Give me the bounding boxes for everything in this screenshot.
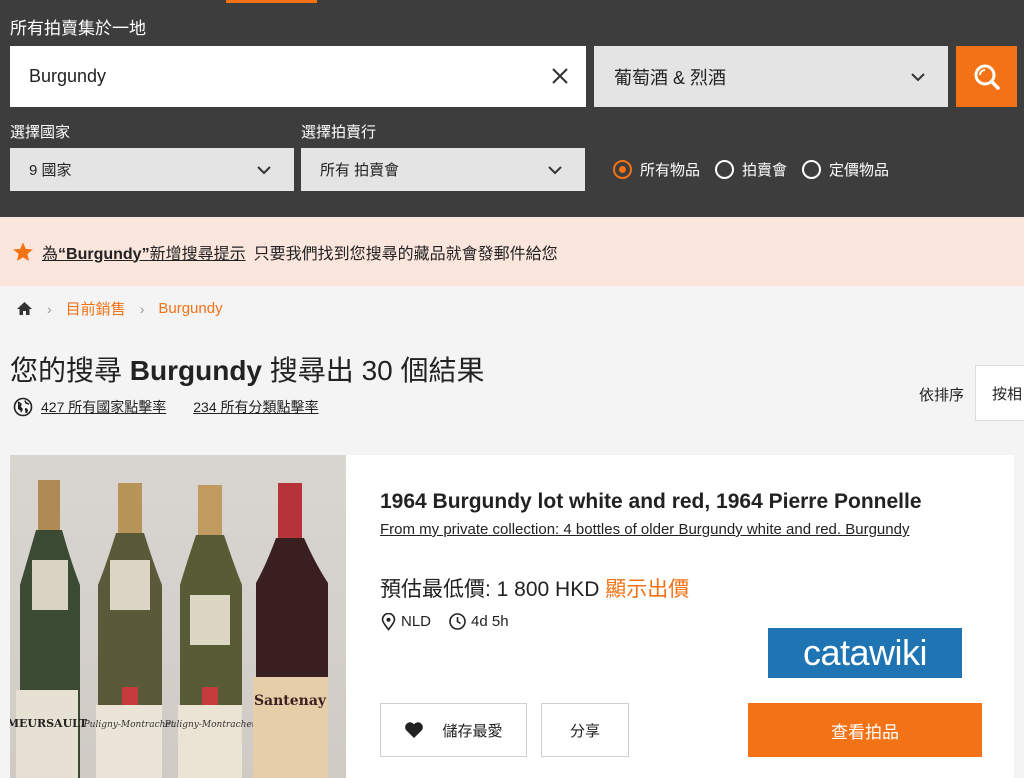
bottle-label: MEURSAULT — [10, 717, 88, 730]
chevron-right-icon: › — [139, 300, 145, 317]
time-left-value: 4d 5h — [471, 613, 509, 630]
view-lot-button[interactable]: 查看拍品 — [748, 703, 982, 757]
lot-title[interactable]: 1964 Burgundy lot white and red, 1964 Pi… — [380, 490, 980, 514]
save-favorite-button[interactable]: 儲存最愛 — [380, 703, 527, 757]
panel-title: 所有拍賣集於一地 — [10, 19, 146, 38]
location-pin-icon — [381, 612, 396, 631]
radio-all-items[interactable]: 所有物品 — [613, 159, 700, 180]
chevron-down-icon — [257, 165, 271, 174]
lot-card: MEURSAULT Puligny-Montrachet Puligny-Mon… — [10, 455, 1014, 778]
results-title: 您的搜尋 Burgundy 搜尋出 30 個結果 — [10, 349, 485, 389]
lot-price: 預估最低價: 1 800 HKD 顯示出價 — [380, 573, 689, 603]
lot-country: NLD — [401, 613, 432, 630]
alert-term: “Burgundy” — [58, 245, 150, 263]
radio-fixed-price[interactable]: 定價物品 — [802, 159, 889, 180]
search-alert-bar: 為“Burgundy”新增搜尋提示 只要我們找到您搜尋的藏品就會發郵件給您 — [0, 217, 1024, 286]
category-hits-link[interactable]: 234 所有分類點擊率 — [193, 397, 318, 417]
lot-description[interactable]: From my private collection: 4 bottles of… — [380, 521, 980, 538]
result-stats: 427 所有國家點擊率 234 所有分類點擊率 — [13, 397, 319, 417]
bottle-label: Santenay — [254, 693, 327, 709]
breadcrumb-search-term[interactable]: Burgundy — [158, 300, 222, 317]
search-input[interactable]: Burgundy — [10, 46, 586, 107]
star-icon — [13, 241, 33, 261]
results-prefix: 您的搜尋 — [10, 355, 123, 386]
sort-select-value: 按相 — [992, 385, 1023, 403]
search-panel: 所有拍賣集於一地 Burgundy 葡萄酒 & 烈酒 選擇國家 9 國家 選擇拍… — [0, 0, 1024, 217]
lot-meta: NLD 4d 5h — [380, 612, 526, 631]
clock-icon — [449, 613, 466, 630]
sort-label: 依排序 — [919, 387, 965, 404]
share-button[interactable]: 分享 — [541, 703, 629, 757]
chevron-down-icon — [548, 165, 562, 174]
bottle-label: Puligny-Montrachet — [83, 720, 175, 730]
lot-image[interactable]: MEURSAULT Puligny-Montrachet Puligny-Mon… — [10, 455, 346, 778]
wine-bottles-image: MEURSAULT Puligny-Montrachet Puligny-Mon… — [10, 480, 328, 778]
heart-icon — [405, 722, 424, 738]
catawiki-logo: catawiki — [768, 628, 962, 678]
share-label: 分享 — [569, 722, 600, 740]
close-icon[interactable] — [548, 64, 572, 88]
radio-auctions[interactable]: 拍賣會 — [715, 159, 787, 180]
category-select[interactable]: 葡萄酒 & 烈酒 — [594, 46, 948, 107]
view-lot-label: 查看拍品 — [831, 722, 899, 742]
alert-prefix: 為 — [42, 245, 59, 263]
radio-label: 定價物品 — [829, 162, 890, 179]
auction-house-select[interactable]: 所有 拍賣會 — [301, 148, 585, 191]
sort-select[interactable]: 按相 — [975, 365, 1024, 421]
breadcrumb-current-sales[interactable]: 目前銷售 — [66, 298, 126, 319]
results-term: Burgundy — [129, 355, 263, 386]
radio-selected-icon — [613, 160, 632, 179]
alert-link-suffix: 新增搜尋提示 — [149, 245, 246, 263]
auction-house-select-value: 所有 拍賣會 — [320, 162, 400, 179]
globe-icon — [13, 397, 33, 417]
active-nav-indicator — [226, 0, 317, 3]
radio-unselected-icon — [802, 160, 822, 179]
search-input-value: Burgundy — [29, 66, 107, 86]
results-count: 搜尋出 30 個結果 — [269, 355, 485, 386]
chevron-right-icon: › — [47, 300, 52, 317]
price-label: 預估最低價: 1 800 HKD — [380, 578, 600, 601]
add-search-alert-link[interactable]: 為“Burgundy”新增搜尋提示 — [42, 240, 246, 264]
search-button[interactable] — [956, 46, 1017, 107]
save-favorite-label: 儲存最愛 — [442, 722, 503, 740]
breadcrumb: › 目前銷售 › Burgundy — [16, 298, 223, 319]
radio-label: 拍賣會 — [742, 162, 788, 179]
item-type-radio-group: 所有物品 拍賣會 定價物品 — [613, 159, 904, 180]
lot-location: NLD — [380, 612, 432, 631]
radio-label: 所有物品 — [640, 162, 701, 179]
home-icon[interactable] — [16, 301, 33, 316]
country-hits-link[interactable]: 427 所有國家點擊率 — [41, 397, 166, 417]
country-select[interactable]: 9 國家 — [10, 148, 294, 191]
alert-message: 只要我們找到您搜尋的藏品就會發郵件給您 — [253, 245, 558, 263]
country-select-value: 9 國家 — [29, 162, 72, 179]
bottle-label: Puligny-Montrachet — [164, 720, 256, 730]
show-bids-link[interactable]: 顯示出價 — [605, 578, 689, 601]
chevron-down-icon — [911, 72, 925, 81]
lot-time-left: 4d 5h — [448, 612, 509, 631]
category-select-value: 葡萄酒 & 烈酒 — [614, 67, 727, 88]
auction-house-name: catawiki — [802, 632, 928, 673]
auction-house-label: 選擇拍賣行 — [301, 124, 377, 141]
radio-unselected-icon — [715, 160, 735, 179]
country-label: 選擇國家 — [10, 124, 71, 141]
search-icon — [974, 64, 1000, 90]
